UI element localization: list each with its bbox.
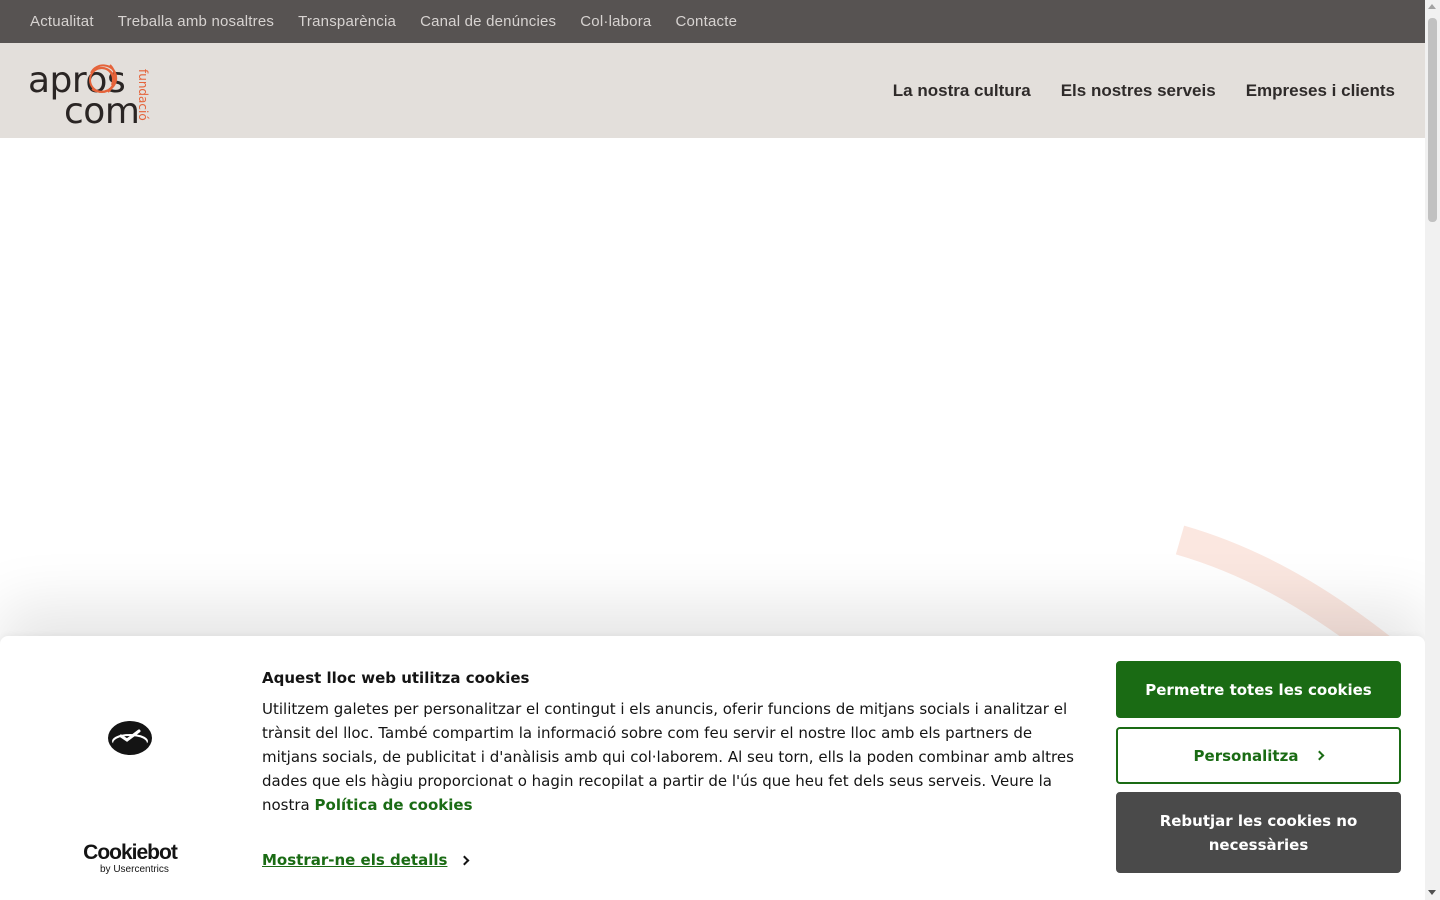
logo-text-bottom: com	[64, 91, 140, 132]
nav-empreses-i-clients[interactable]: Empreses i clients	[1246, 81, 1395, 101]
top-utility-bar: Actualitat Treballa amb nosaltres Transp…	[0, 0, 1425, 43]
chevron-right-icon	[459, 855, 470, 865]
topbar-link-actualitat[interactable]: Actualitat	[30, 13, 94, 30]
cookie-banner-text: Utilitzem galetes per personalitzar el c…	[262, 697, 1092, 817]
scroll-up-arrow-icon[interactable]	[1428, 4, 1436, 9]
cookiebot-brand: Cookiebot by Usercentrics	[78, 841, 182, 876]
cookie-banner-title: Aquest lloc web utilitza cookies	[262, 669, 530, 687]
cookiebot-logo-icon	[108, 721, 152, 755]
main-navigation: La nostra cultura Els nostres serveis Em…	[863, 43, 1395, 138]
site-header: apros com fundació La nostra cultura Els…	[0, 43, 1425, 138]
allow-all-cookies-button[interactable]: Permetre totes les cookies	[1116, 661, 1401, 718]
site-logo[interactable]: apros com fundació	[28, 57, 154, 130]
topbar-link-treballa[interactable]: Treballa amb nosaltres	[118, 13, 274, 30]
scroll-down-arrow-icon[interactable]	[1428, 890, 1436, 895]
show-details-link[interactable]: Mostrar-ne els detalls	[262, 851, 470, 869]
topbar-link-contacte[interactable]: Contacte	[675, 13, 737, 30]
chevron-right-icon	[1315, 750, 1325, 761]
topbar-link-canal-denuncies[interactable]: Canal de denúncies	[420, 13, 556, 30]
page-scrollbar[interactable]	[1425, 0, 1440, 900]
topbar-link-transparencia[interactable]: Transparència	[298, 13, 396, 30]
cookiebot-brand-sub: by Usercentrics	[100, 864, 169, 875]
cookie-consent-banner: Cookiebot by Usercentrics Aquest lloc we…	[0, 636, 1425, 900]
deny-cookies-button[interactable]: Rebutjar les cookies no necessàries	[1116, 792, 1401, 873]
cookiebot-brand-name: Cookiebot	[83, 841, 178, 864]
nav-la-nostra-cultura[interactable]: La nostra cultura	[893, 81, 1031, 101]
show-details-label: Mostrar-ne els detalls	[262, 851, 448, 869]
customize-cookies-button[interactable]: Personalitza	[1116, 727, 1401, 784]
customize-label: Personalitza	[1193, 746, 1299, 765]
logo-fundacio-label: fundació	[136, 69, 150, 121]
logo-spiral-icon	[89, 64, 118, 93]
topbar-link-collabora[interactable]: Col·labora	[580, 13, 651, 30]
nav-els-nostres-serveis[interactable]: Els nostres serveis	[1061, 81, 1216, 101]
cookie-policy-link[interactable]: Política de cookies	[315, 796, 473, 814]
scrollbar-thumb[interactable]	[1428, 18, 1437, 222]
